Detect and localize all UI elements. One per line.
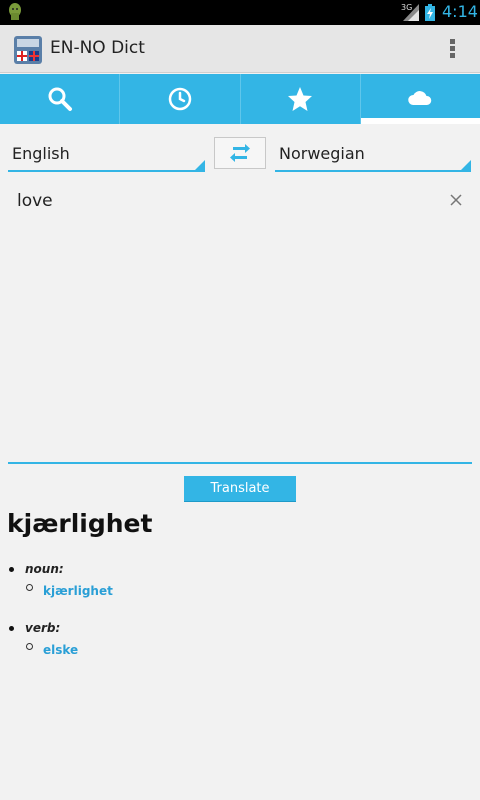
- clock-icon: [168, 87, 192, 111]
- result-headword: kjærlighet: [7, 509, 153, 538]
- status-clock: 4:14: [442, 2, 478, 21]
- pos-entry-noun: noun: kjærlighet: [8, 562, 468, 599]
- bullet: [9, 567, 14, 572]
- status-bar: 3G 4:14: [0, 0, 480, 25]
- translation-input[interactable]: love: [8, 180, 472, 464]
- bullet: [9, 626, 14, 631]
- translate-button[interactable]: Translate: [184, 476, 296, 502]
- android-notification-icon: [9, 3, 21, 20]
- translation-link[interactable]: elske: [43, 643, 78, 657]
- battery-icon: [425, 4, 435, 21]
- target-language-label: Norwegian: [279, 144, 365, 163]
- source-language-select[interactable]: English: [8, 136, 205, 172]
- search-icon: [48, 87, 72, 111]
- tab-online-translate[interactable]: [360, 74, 480, 124]
- tab-history[interactable]: [120, 74, 241, 124]
- app-title: EN-NO Dict: [50, 38, 145, 58]
- tab-search[interactable]: [0, 74, 121, 124]
- swap-arrows-icon: [230, 144, 250, 162]
- target-language-select[interactable]: Norwegian: [275, 136, 471, 172]
- signal-icon: [403, 4, 419, 21]
- cloud-icon: [408, 91, 432, 105]
- overflow-menu-icon[interactable]: [446, 38, 458, 62]
- action-bar: EN-NO Dict: [0, 25, 480, 73]
- translation-link[interactable]: kjærlighet: [43, 584, 113, 598]
- app-logo-icon: [14, 36, 42, 64]
- translation-item: elske: [25, 639, 468, 658]
- dropdown-corner-icon: [461, 160, 471, 170]
- pos-entry-verb: verb: elske: [8, 621, 468, 658]
- tab-favorites[interactable]: [241, 74, 361, 124]
- clear-icon[interactable]: [448, 192, 464, 208]
- circle-bullet: [26, 643, 33, 650]
- dropdown-corner-icon: [195, 160, 205, 170]
- translation-item: kjærlighet: [25, 580, 468, 599]
- swap-languages-button[interactable]: [214, 137, 266, 169]
- circle-bullet: [26, 584, 33, 591]
- input-text[interactable]: love: [17, 191, 53, 211]
- tab-bar: [0, 74, 480, 124]
- source-language-label: English: [12, 144, 70, 163]
- pos-label: verb:: [25, 621, 61, 635]
- star-icon: [288, 87, 313, 111]
- pos-label: noun:: [25, 562, 64, 576]
- result-list: noun: kjærlighet verb: elske: [8, 562, 468, 680]
